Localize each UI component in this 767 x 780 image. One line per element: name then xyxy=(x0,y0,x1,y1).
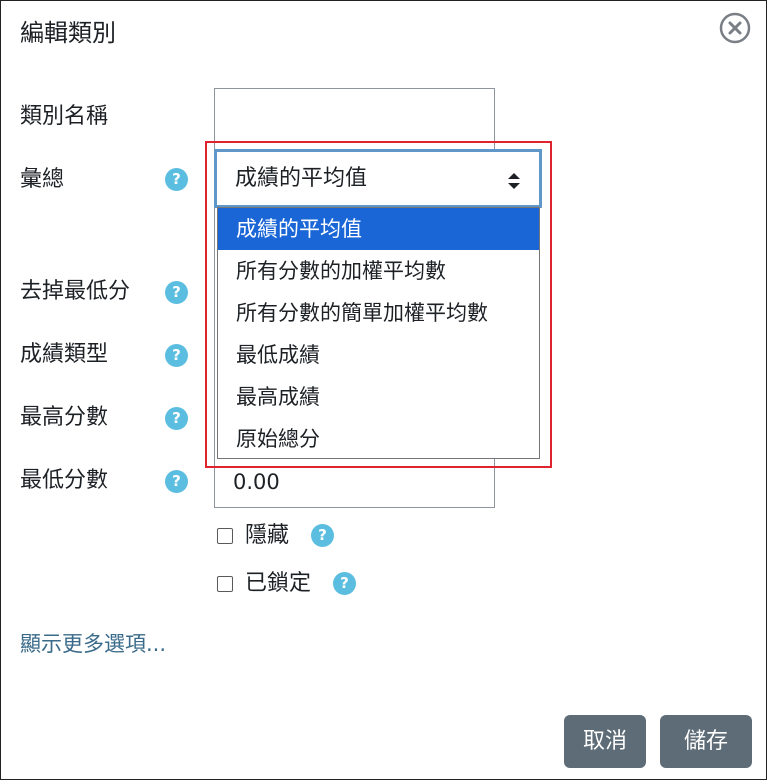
max-grade-help-icon[interactable]: ? xyxy=(165,407,188,430)
cancel-button[interactable]: 取消 xyxy=(564,715,646,768)
drop-lowest-label: 去掉最低分 xyxy=(20,279,131,304)
hidden-label: 隱藏 xyxy=(245,523,290,548)
dialog-title: 編輯類別 xyxy=(20,19,116,47)
category-name-label: 類別名稱 xyxy=(20,104,109,129)
highlight-annotation xyxy=(205,141,552,468)
locked-label: 已鎖定 xyxy=(245,571,312,596)
locked-checkbox[interactable] xyxy=(217,576,233,592)
close-icon[interactable] xyxy=(719,12,751,44)
grade-type-help-icon[interactable]: ? xyxy=(165,344,188,367)
aggregation-help-icon[interactable]: ? xyxy=(165,168,188,191)
edit-category-dialog: 編輯類別 類別名稱 彙總 ? 去掉最低分 ? 成績類型 ? 最高分數 ? 最低分… xyxy=(0,0,767,780)
aggregation-label: 彙總 xyxy=(20,167,65,192)
hidden-help-icon[interactable]: ? xyxy=(311,524,334,547)
save-button[interactable]: 儲存 xyxy=(660,715,752,768)
locked-help-icon[interactable]: ? xyxy=(333,572,356,595)
min-grade-value[interactable]: 0.00 xyxy=(233,467,280,497)
max-grade-label: 最高分數 xyxy=(20,405,109,430)
drop-lowest-help-icon[interactable]: ? xyxy=(165,281,188,304)
grade-type-label: 成績類型 xyxy=(20,342,109,367)
min-grade-help-icon[interactable]: ? xyxy=(165,470,188,493)
hidden-checkbox[interactable] xyxy=(217,528,233,544)
show-more-link[interactable]: 顯示更多選項... xyxy=(20,629,166,659)
min-grade-label: 最低分數 xyxy=(20,468,109,493)
